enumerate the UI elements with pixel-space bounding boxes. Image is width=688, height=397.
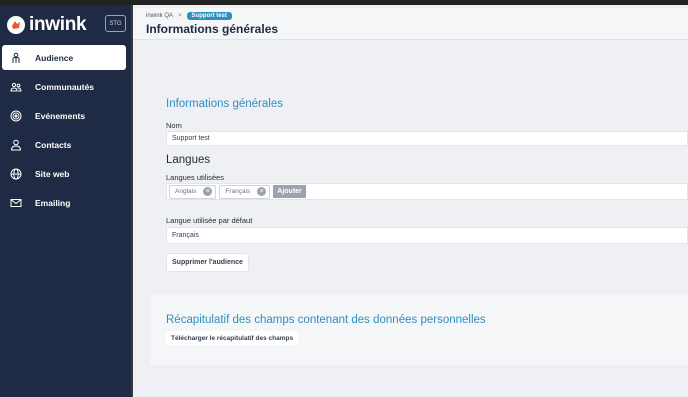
general-info-panel: Informations générales Nom Support test … bbox=[150, 59, 688, 278]
breadcrumb-separator: > bbox=[178, 13, 182, 19]
languages-tag-input[interactable]: Anglais × Français × Ajouter bbox=[166, 183, 688, 200]
app-logo[interactable]: inwink bbox=[7, 14, 87, 36]
delete-audience-button[interactable]: Supprimer l'audience bbox=[166, 253, 249, 272]
sidebar-item-label: Evénements bbox=[35, 110, 86, 121]
name-label: Nom bbox=[166, 121, 182, 130]
sidebar-item-communautes[interactable]: Communautés bbox=[2, 74, 126, 99]
sidebar-item-label: Communautés bbox=[35, 81, 95, 92]
inwink-logo-icon bbox=[7, 16, 25, 34]
sidebar-item-label: Contacts bbox=[35, 139, 72, 150]
add-language-button[interactable]: Ajouter bbox=[273, 185, 306, 198]
default-language-label: Langue utilisée par défaut bbox=[166, 216, 253, 225]
breadcrumb: inwink QA > Support test bbox=[146, 12, 232, 20]
personal-data-panel: Récapitulatif des champs contenant des d… bbox=[150, 295, 688, 365]
sidebar-item-evenements[interactable]: Evénements bbox=[2, 103, 126, 128]
sidebar-item-label: Audience bbox=[35, 52, 74, 63]
language-tag-label: Français bbox=[225, 188, 251, 195]
email-icon bbox=[9, 196, 23, 210]
app-logo-text: inwink bbox=[29, 14, 87, 35]
page-title: Informations générales bbox=[146, 22, 279, 36]
language-tag: Français × bbox=[219, 184, 271, 199]
sidebar-item-audience[interactable]: Audience bbox=[2, 45, 126, 70]
events-icon bbox=[9, 109, 23, 123]
default-language-select[interactable]: Français bbox=[166, 227, 688, 244]
language-tag-label: Anglais bbox=[175, 188, 197, 195]
sidebar-item-label: Emailing bbox=[35, 197, 71, 208]
remove-tag-icon[interactable]: × bbox=[257, 187, 267, 196]
download-fields-summary-button[interactable]: Télécharger le récapitulatif des champs bbox=[166, 331, 299, 345]
globe-icon bbox=[9, 167, 23, 181]
general-section-title: Informations générales bbox=[166, 98, 283, 110]
name-input[interactable]: Support test bbox=[166, 131, 688, 146]
languages-label: Langues utilisées bbox=[166, 173, 224, 182]
personal-data-section-title: Récapitulatif des champs contenant des d… bbox=[166, 314, 486, 326]
sidebar-item-label: Site web bbox=[35, 168, 70, 179]
languages-title: Langues bbox=[166, 154, 211, 166]
language-tag: Anglais × bbox=[169, 184, 217, 199]
community-icon bbox=[9, 80, 23, 94]
sidebar-item-site-web[interactable]: Site web bbox=[2, 161, 126, 186]
page-header: inwink QA > Support test Informations gé… bbox=[133, 8, 688, 40]
contacts-icon bbox=[9, 138, 23, 152]
breadcrumb-root[interactable]: inwink QA bbox=[146, 13, 173, 19]
sidebar-item-contacts[interactable]: Contacts bbox=[2, 132, 126, 157]
remove-tag-icon[interactable]: × bbox=[203, 187, 213, 196]
breadcrumb-current[interactable]: Support test bbox=[186, 12, 232, 20]
sidebar: inwink STG Audience Communautés Evénemen… bbox=[0, 5, 133, 397]
environment-badge: STG bbox=[105, 15, 126, 32]
audience-icon bbox=[9, 51, 23, 65]
sidebar-item-emailing[interactable]: Emailing bbox=[2, 190, 126, 215]
